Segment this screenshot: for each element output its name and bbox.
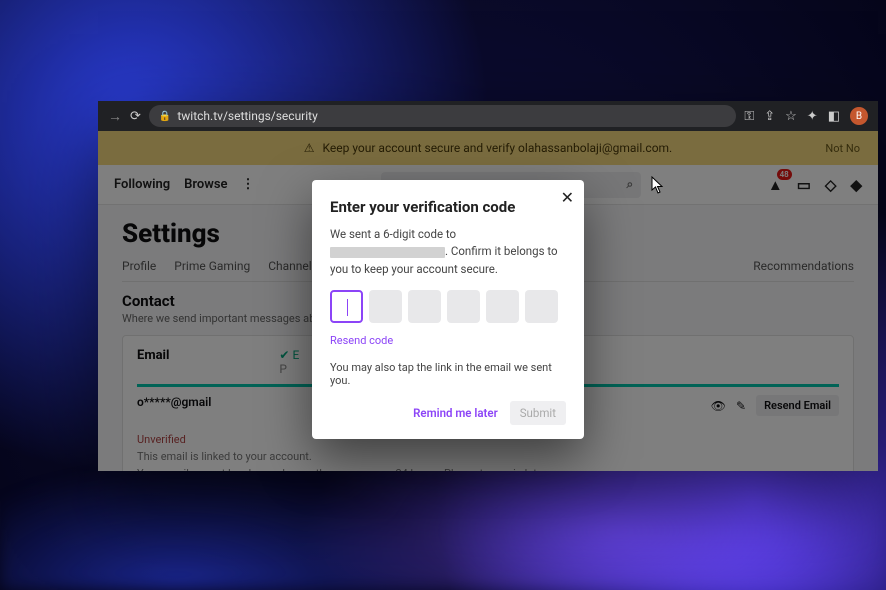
code-digit-5[interactable] [486, 290, 519, 323]
modal-description: We sent a 6-digit code to . Confirm it b… [330, 226, 566, 278]
window-icon[interactable]: ◧ [828, 109, 840, 124]
profile-avatar[interactable]: B [850, 107, 868, 125]
verification-modal: ✕ Enter your verification code We sent a… [312, 180, 584, 439]
code-digit-1[interactable] [330, 290, 363, 323]
code-digit-6[interactable] [525, 290, 558, 323]
forward-icon[interactable]: → [108, 108, 122, 125]
submit-button[interactable]: Submit [510, 401, 566, 425]
modal-title: Enter your verification code [330, 198, 566, 216]
code-digit-3[interactable] [408, 290, 441, 323]
extensions-icon[interactable]: ✦ [807, 109, 818, 124]
code-digit-4[interactable] [447, 290, 480, 323]
tap-link-hint: You may also tap the link in the email w… [330, 361, 566, 387]
reload-icon[interactable]: ⟳ [130, 109, 141, 124]
browser-chrome-bar: → ⟳ 🔒 twitch.tv/settings/security ⚿ ⇪ ☆ … [98, 101, 878, 131]
key-icon[interactable]: ⚿ [744, 109, 754, 124]
star-icon[interactable]: ☆ [785, 109, 797, 124]
url-text: twitch.tv/settings/security [177, 109, 317, 123]
share-icon[interactable]: ⇪ [764, 109, 775, 124]
resend-code-link[interactable]: Resend code [330, 334, 393, 347]
close-icon[interactable]: ✕ [561, 188, 574, 207]
code-input-row [330, 290, 566, 323]
remind-later-button[interactable]: Remind me later [413, 406, 498, 420]
code-digit-2[interactable] [369, 290, 402, 323]
address-bar[interactable]: 🔒 twitch.tv/settings/security [149, 105, 736, 127]
lock-icon: 🔒 [159, 111, 171, 122]
redacted-email [330, 247, 445, 258]
